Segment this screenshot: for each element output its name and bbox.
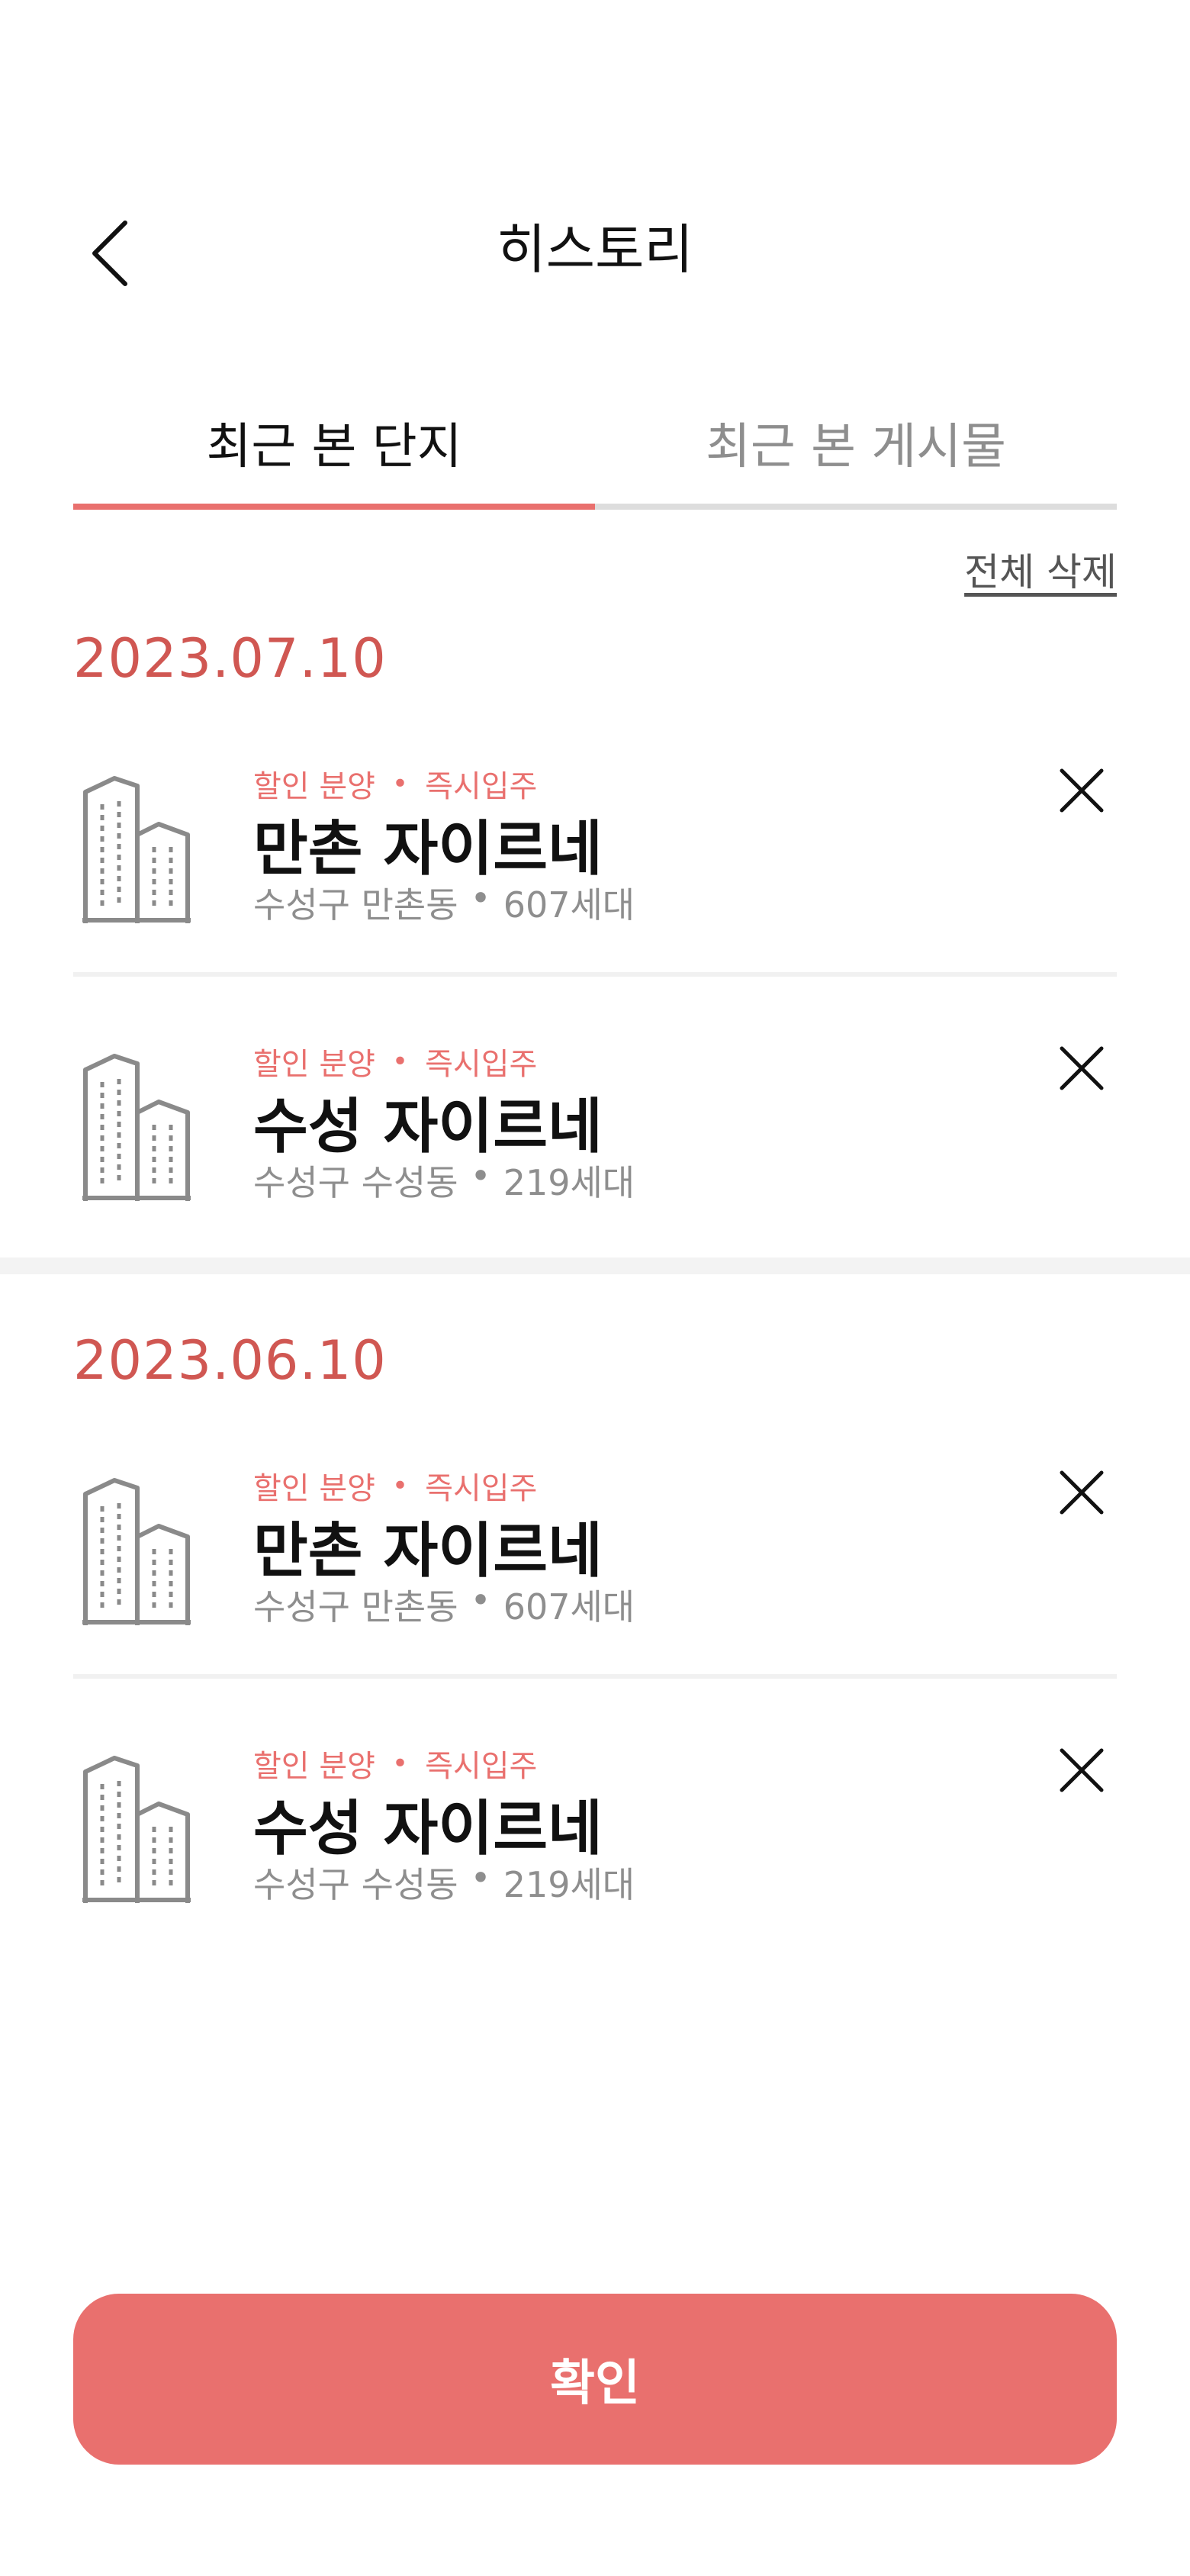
item-tags: 할인 분양 • 즉시입주: [253, 762, 537, 806]
tab-recent-complexes[interactable]: 최근 본 단지: [73, 382, 595, 504]
remove-item-button[interactable]: [1047, 1033, 1117, 1103]
complex-households: 219세대: [503, 1162, 635, 1203]
complex-meta: 수성구 수성동 • 219세대: [253, 1857, 635, 1908]
section-date: 2023.06.10: [73, 1329, 387, 1392]
tag-discount: 할인 분양: [253, 1471, 375, 1506]
delete-all-link[interactable]: 전체 삭제: [964, 542, 1117, 597]
building-icon: [82, 1054, 191, 1201]
complex-meta: 수성구 만촌동 • 607세대: [253, 877, 635, 928]
complex-name: 수성 자이르네: [253, 1093, 603, 1161]
tag-move-in: 즉시입주: [425, 1749, 538, 1784]
meta-separator: •: [470, 1857, 491, 1898]
complex-location: 수성구 수성동: [253, 1162, 458, 1203]
building-icon: [82, 1756, 191, 1903]
complex-location: 수성구 만촌동: [253, 884, 458, 926]
building-icon: [82, 1478, 191, 1625]
remove-item-button[interactable]: [1047, 1735, 1117, 1805]
section-date: 2023.07.10: [73, 627, 387, 690]
complex-households: 607세대: [503, 1586, 635, 1628]
complex-meta: 수성구 만촌동 • 607세대: [253, 1579, 635, 1630]
tab-bar: 최근 본 단지 최근 본 게시물: [73, 382, 1117, 513]
close-icon: [1060, 768, 1104, 813]
complex-name: 만촌 자이르네: [253, 815, 603, 884]
tag-separator: •: [391, 1045, 409, 1077]
item-tags: 할인 분양 • 즉시입주: [253, 1039, 537, 1084]
complex-households: 607세대: [503, 884, 635, 926]
tag-move-in: 즉시입주: [425, 769, 538, 804]
close-icon: [1060, 1470, 1104, 1515]
tag-separator: •: [391, 1470, 409, 1502]
list-item[interactable]: 할인 분양 • 즉시입주 수성 자이르네 수성구 수성동 • 219세대: [73, 1712, 1117, 1987]
building-icon: [82, 776, 191, 923]
page-title: 히스토리: [497, 218, 693, 281]
tag-separator: •: [391, 768, 409, 800]
item-divider: [73, 972, 1117, 977]
tag-separator: •: [391, 1747, 409, 1779]
confirm-button[interactable]: 확인: [73, 2294, 1117, 2465]
tag-move-in: 즉시입주: [425, 1471, 538, 1506]
meta-separator: •: [470, 877, 491, 919]
list-item[interactable]: 할인 분양 • 즉시입주 만촌 자이르네 수성구 만촌동 • 607세대: [73, 1435, 1117, 1709]
remove-item-button[interactable]: [1047, 1457, 1117, 1528]
complex-households: 219세대: [503, 1864, 635, 1905]
remove-item-button[interactable]: [1047, 755, 1117, 826]
item-divider: [73, 1674, 1117, 1679]
tab-active-indicator: [73, 504, 595, 510]
item-tags: 할인 분양 • 즉시입주: [253, 1741, 537, 1785]
complex-name: 수성 자이르네: [253, 1795, 603, 1863]
section-separator: [0, 1257, 1190, 1274]
header: 히스토리: [0, 0, 1190, 351]
tag-discount: 할인 분양: [253, 1047, 375, 1082]
item-tags: 할인 분양 • 즉시입주: [253, 1463, 537, 1508]
tab-recent-posts[interactable]: 최근 본 게시물: [595, 382, 1117, 504]
complex-meta: 수성구 수성동 • 219세대: [253, 1155, 635, 1206]
complex-location: 수성구 만촌동: [253, 1586, 458, 1628]
tag-discount: 할인 분양: [253, 1749, 375, 1784]
complex-name: 만촌 자이르네: [253, 1517, 603, 1586]
list-item[interactable]: 할인 분양 • 즉시입주 수성 자이르네 수성구 수성동 • 219세대: [73, 1010, 1117, 1285]
complex-location: 수성구 수성동: [253, 1864, 458, 1905]
meta-separator: •: [470, 1579, 491, 1621]
close-icon: [1060, 1748, 1104, 1792]
tag-discount: 할인 분양: [253, 769, 375, 804]
close-icon: [1060, 1046, 1104, 1090]
tag-move-in: 즉시입주: [425, 1047, 538, 1082]
list-item[interactable]: 할인 분양 • 즉시입주 만촌 자이르네 수성구 만촌동 • 607세대: [73, 733, 1117, 1007]
meta-separator: •: [470, 1155, 491, 1196]
